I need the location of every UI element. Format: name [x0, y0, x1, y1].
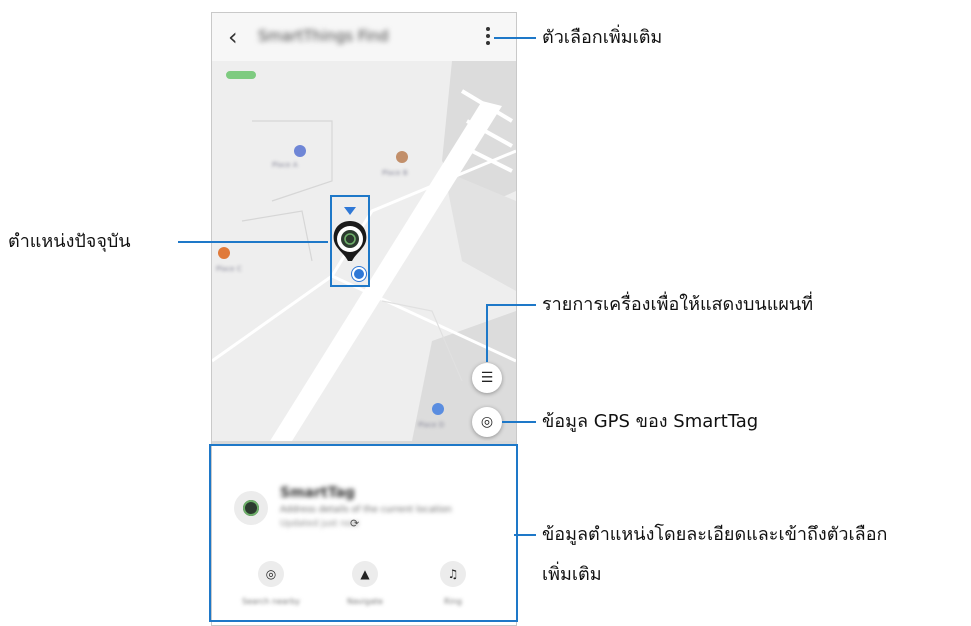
callout-line-gps — [502, 421, 536, 423]
map-place-label: Place A — [272, 161, 298, 169]
device-list-button[interactable]: ☰ — [472, 363, 502, 393]
callout-line-list-vertical — [486, 304, 488, 362]
map-place-label: Place D — [418, 421, 445, 429]
label-gps-info: ข้อมูล GPS ของ SmartTag — [542, 411, 759, 432]
callout-line-details — [514, 534, 536, 536]
detail-panel-highlight — [209, 444, 518, 622]
map-view[interactable]: Place A Place B Place C Place D ☰ ◎ — [212, 61, 516, 441]
map-place-label: Place C — [216, 265, 242, 273]
label-details-line1: ข้อมูลตำแหน่งโดยละเอียดและเข้าถึงตัวเลือ… — [542, 524, 888, 545]
more-options-button[interactable] — [482, 25, 494, 49]
label-details-line2: เพิ่มเติม — [542, 564, 602, 585]
app-title: SmartThings Find — [258, 27, 389, 45]
label-more-options: ตัวเลือกเพิ่มเติม — [542, 27, 663, 48]
current-position-dot — [352, 267, 366, 281]
callout-line-more-options — [494, 37, 536, 39]
gps-locate-button[interactable]: ◎ — [472, 407, 502, 437]
app-bar: ‹ SmartThings Find — [212, 13, 516, 61]
callout-line-current-location — [178, 241, 328, 243]
back-button[interactable]: ‹ — [228, 23, 238, 51]
label-device-list: รายการเครื่องเพื่อให้แสดงบนแผนที่ — [542, 294, 814, 315]
label-current-location: ตำแหน่งปัจจุบัน — [8, 231, 131, 252]
map-place-label: Place B — [382, 169, 408, 177]
callout-line-list — [486, 304, 536, 306]
